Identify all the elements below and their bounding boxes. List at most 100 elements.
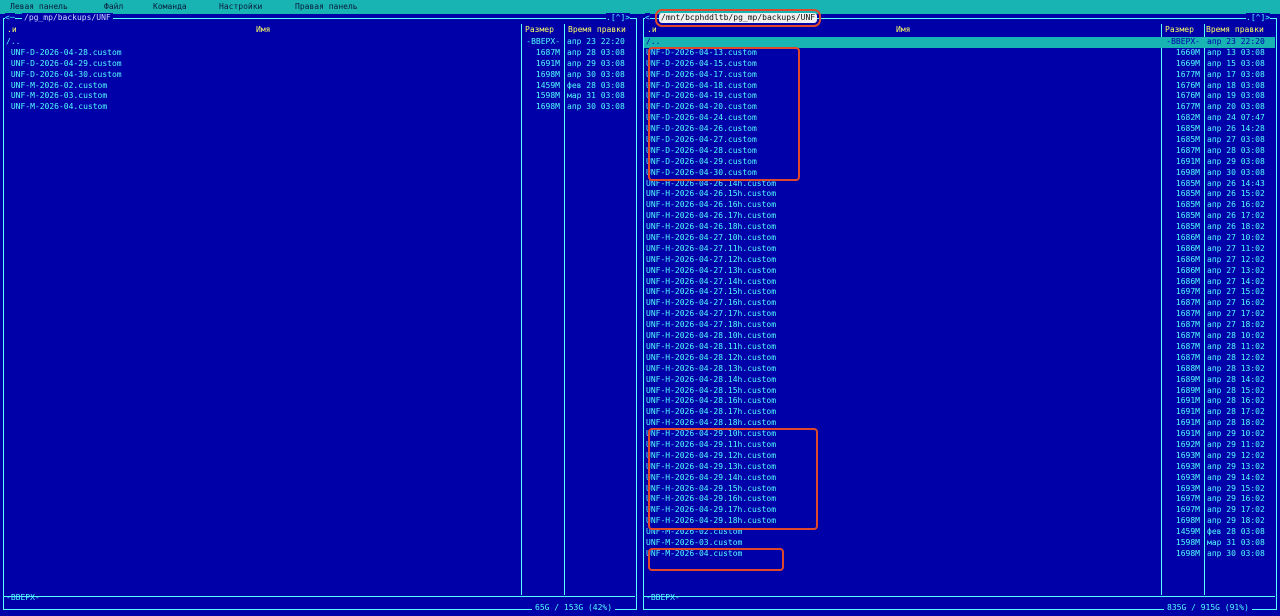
column-header-mtime[interactable]: Время правки (1206, 25, 1264, 35)
file-row[interactable]: UNF-D-2026-04-18.custom 1676M апр 18 03:08 (644, 81, 1275, 92)
sort-indicator[interactable]: .и (647, 25, 657, 35)
file-row[interactable]: UNF-D-2026-04-24.custom 1682M апр 24 07:47 (644, 113, 1275, 124)
file-name: UNF-H-2026-04-28.11h.custom (646, 341, 777, 351)
file-row[interactable]: UNF-D-2026-04-26.custom 1685M апр 26 14:28 (644, 124, 1275, 135)
file-row[interactable]: UNF-D-2026-04-27.custom 1685M апр 27 03:08 (644, 135, 1275, 146)
panel-path-title[interactable]: /mnt/bcphddltb/pg_mp/backups/UNF (654, 9, 822, 27)
column-header-size[interactable]: Размер (1165, 25, 1194, 35)
file-mtime: апр 26 16:02 (1207, 200, 1265, 210)
file-row[interactable]: UNF-H-2026-04-26.14h.custom 1685M апр 26 1… (644, 179, 1275, 190)
column-header-name[interactable]: Имя (896, 25, 910, 35)
file-row[interactable]: UNF-H-2026-04-26.15h.custom 1685M апр 26 1… (644, 189, 1275, 200)
file-row[interactable]: UNF-D-2026-04-17.custom 1677M апр 17 03:08 (644, 70, 1275, 81)
file-row[interactable]: UNF-H-2026-04-28.17h.custom 1691M апр 28 1… (644, 407, 1275, 418)
file-name: UNF-D-2026-04-18.custom (646, 80, 757, 90)
file-row[interactable]: UNF-H-2026-04-26.17h.custom 1685M апр 26 1… (644, 211, 1275, 222)
file-row[interactable]: UNF-D-2026-04-29.custom 1691M апр 29 03:08 (4, 59, 635, 70)
file-row[interactable]: UNF-H-2026-04-27.13h.custom 1686M апр 27 1… (644, 266, 1275, 277)
file-row[interactable]: UNF-D-2026-04-15.custom 1669M апр 15 03:08 (644, 59, 1275, 70)
file-row[interactable]: UNF-H-2026-04-26.18h.custom 1685M апр 26 1… (644, 222, 1275, 233)
menu-right-panel[interactable]: Правая панель (295, 2, 358, 12)
file-mtime: апр 29 17:02 (1207, 505, 1265, 515)
panel-history-control[interactable]: .[^]> (1246, 13, 1271, 23)
panel-history-control[interactable]: .[^]> (606, 13, 631, 23)
file-row[interactable]: UNF-M-2026-04.custom 1698M апр 30 03:08 (4, 102, 635, 113)
column-header-name[interactable]: Имя (256, 25, 270, 35)
parent-dir-row[interactable]: /.. -ВВЕРХ-апр 23 22:20 (644, 37, 1275, 48)
file-row[interactable]: UNF-H-2026-04-28.18h.custom 1691M апр 28 1… (644, 418, 1275, 429)
file-row[interactable]: UNF-M-2026-02.custom 1459M фев 28 03:08 (4, 81, 635, 92)
file-row[interactable]: UNF-H-2026-04-28.13h.custom 1688M апр 28 1… (644, 364, 1275, 375)
file-row[interactable]: UNF-H-2026-04-29.18h.custom 1698M апр 29 1… (644, 516, 1275, 527)
file-mtime: апр 29 14:02 (1207, 472, 1265, 482)
file-row[interactable]: UNF-H-2026-04-29.12h.custom 1693M апр 29 1… (644, 451, 1275, 462)
file-name: /.. (6, 37, 21, 46)
file-row[interactable]: UNF-H-2026-04-29.16h.custom 1697M апр 29 1… (644, 494, 1275, 505)
file-row[interactable]: UNF-H-2026-04-27.16h.custom 1687M апр 27 1… (644, 298, 1275, 309)
file-name: UNF-H-2026-04-27.16h.custom (646, 298, 777, 308)
file-mtime: апр 13 03:08 (1207, 47, 1265, 57)
file-name: UNF-D-2026-04-19.custom (646, 91, 757, 101)
file-name: UNF-H-2026-04-27.11h.custom (646, 243, 777, 253)
file-size: 1691M (1175, 156, 1200, 166)
file-row[interactable]: UNF-H-2026-04-27.17h.custom 1687M апр 27 1… (644, 309, 1275, 320)
parent-dir-row[interactable]: /.. -ВВЕРХ-апр 23 22:20 (4, 37, 635, 48)
file-row[interactable]: UNF-D-2026-04-20.custom 1677M апр 20 03:08 (644, 102, 1275, 113)
file-row[interactable]: UNF-M-2026-03.custom 1598M мар 31 03:08 (644, 538, 1275, 549)
file-row[interactable]: UNF-H-2026-04-28.16h.custom 1691M апр 28 1… (644, 396, 1275, 407)
file-row[interactable]: UNF-D-2026-04-30.custom 1698M апр 30 03:08 (644, 168, 1275, 179)
file-row[interactable]: UNF-H-2026-04-27.18h.custom 1687M апр 27 1… (644, 320, 1275, 331)
file-size: 1686M (1175, 254, 1200, 264)
right-panel[interactable]: < /mnt/bcphddltb/pg_mp/backups/UNF .[^]>… (640, 9, 1280, 616)
file-row[interactable]: UNF-H-2026-04-29.14h.custom 1693M апр 29 1… (644, 473, 1275, 484)
file-row[interactable]: UNF-H-2026-04-29.10h.custom 1691M апр 29 1… (644, 429, 1275, 440)
panel-path-title[interactable]: /pg_mp/backups/UNF (22, 13, 113, 23)
file-row[interactable]: UNF-D-2026-04-28.custom 1687M апр 28 03:08 (644, 146, 1275, 157)
panel-menu-control[interactable]: < (645, 13, 650, 23)
file-row[interactable]: UNF-D-2026-04-19.custom 1676M апр 19 03:08 (644, 91, 1275, 102)
file-row[interactable]: UNF-H-2026-04-27.12h.custom 1686M апр 27 1… (644, 255, 1275, 266)
column-header-mtime[interactable]: Время правки (568, 25, 626, 35)
file-row[interactable]: UNF-H-2026-04-27.15h.custom 1697M апр 27 1… (644, 287, 1275, 298)
file-row[interactable]: UNF-D-2026-04-13.custom 1660M апр 13 03:08 (644, 48, 1275, 59)
file-row[interactable]: UNF-H-2026-04-28.14h.custom 1689M апр 28 1… (644, 375, 1275, 386)
menu-command[interactable]: Команда (153, 2, 187, 12)
file-size: 1697M (1175, 287, 1200, 297)
left-panel[interactable]: <─ /pg_mp/backups/UNF .[^]> .и Имя Разме… (0, 13, 640, 616)
menu-left-panel[interactable]: Левая панель (10, 2, 68, 12)
panel-menu-control[interactable]: <─ (5, 13, 15, 23)
file-name: UNF-H-2026-04-28.18h.custom (646, 418, 777, 428)
file-size: 1459M (535, 80, 560, 90)
column-header-size[interactable]: Размер (525, 25, 554, 35)
file-mtime: апр 28 14:02 (1207, 374, 1265, 384)
file-row[interactable]: UNF-H-2026-04-29.13h.custom 1693M апр 29 1… (644, 462, 1275, 473)
file-row[interactable]: UNF-H-2026-04-29.17h.custom 1697M апр 29 1… (644, 505, 1275, 516)
file-name: UNF-D-2026-04-29.custom (6, 58, 122, 68)
file-row[interactable]: UNF-H-2026-04-27.14h.custom 1686M апр 27 1… (644, 277, 1275, 288)
file-name: UNF-D-2026-04-27.custom (646, 135, 757, 145)
file-size: 1686M (1175, 233, 1200, 243)
file-row[interactable]: UNF-M-2026-03.custom 1598M мар 31 03:08 (4, 91, 635, 102)
sort-indicator[interactable]: .и (7, 25, 17, 35)
file-list: /.. -ВВЕРХ-апр 23 22:20 UNF-D-2026-04-13.c… (644, 37, 1275, 560)
file-row[interactable]: UNF-H-2026-04-28.11h.custom 1687M апр 28 1… (644, 342, 1275, 353)
file-name: UNF-M-2026-03.custom (6, 91, 108, 101)
file-row[interactable]: UNF-D-2026-04-29.custom 1691M апр 29 03:08 (644, 157, 1275, 168)
menu-file[interactable]: Файл (104, 2, 123, 12)
file-row[interactable]: UNF-H-2026-04-26.16h.custom 1685M апр 26 1… (644, 200, 1275, 211)
file-name: UNF-D-2026-04-24.custom (646, 113, 757, 123)
file-row[interactable]: UNF-H-2026-04-27.10h.custom 1686M апр 27 1… (644, 233, 1275, 244)
file-row[interactable]: UNF-H-2026-04-29.11h.custom 1692M апр 29 1… (644, 440, 1275, 451)
file-row[interactable]: UNF-H-2026-04-28.10h.custom 1687M апр 28 1… (644, 331, 1275, 342)
file-row[interactable]: UNF-H-2026-04-29.15h.custom 1693M апр 29 1… (644, 484, 1275, 495)
file-row[interactable]: UNF-H-2026-04-27.11h.custom 1686M апр 27 1… (644, 244, 1275, 255)
file-row[interactable]: UNF-D-2026-04-30.custom 1698M апр 30 03:08 (4, 70, 635, 81)
menu-options[interactable]: Настройки (219, 2, 262, 12)
file-size: 1685M (1175, 222, 1200, 232)
file-row[interactable]: UNF-M-2026-04.custom 1698M апр 30 03:08 (644, 549, 1275, 560)
file-row[interactable]: UNF-M-2026-02.custom 1459M фев 28 03:08 (644, 527, 1275, 538)
file-name: UNF-M-2026-03.custom (646, 537, 743, 547)
file-row[interactable]: UNF-H-2026-04-28.15h.custom 1689M апр 28 1… (644, 386, 1275, 397)
file-row[interactable]: UNF-H-2026-04-28.12h.custom 1687M апр 28 1… (644, 353, 1275, 364)
file-row[interactable]: UNF-D-2026-04-28.custom 1687M апр 28 03:08 (4, 48, 635, 59)
